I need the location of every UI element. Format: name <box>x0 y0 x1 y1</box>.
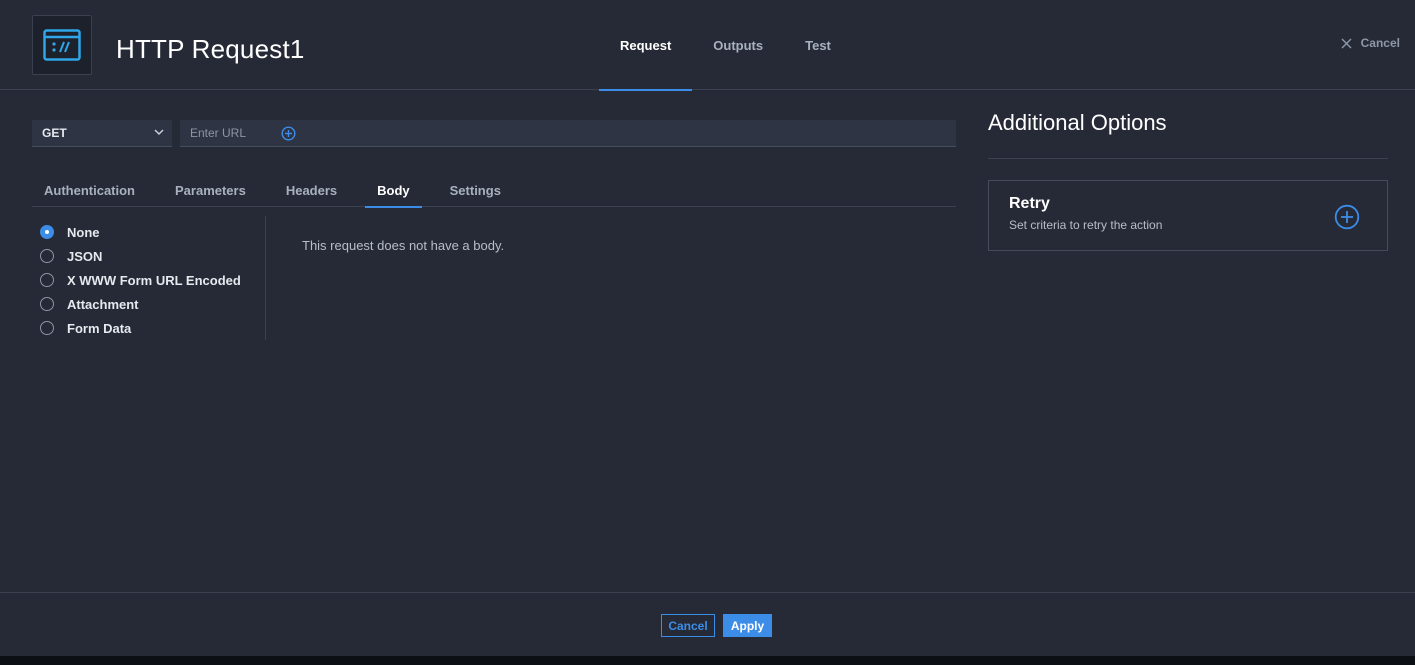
radio-button[interactable] <box>40 225 54 239</box>
radio-button[interactable] <box>40 321 54 335</box>
radio-button[interactable] <box>40 297 54 311</box>
tab-settings[interactable]: Settings <box>438 174 513 207</box>
radio-label: Form Data <box>67 320 132 336</box>
request-subtabs: Authentication Parameters Headers Body S… <box>32 174 956 208</box>
retry-option-card: Retry Set criteria to retry the action <box>988 180 1388 251</box>
body-option-attachment[interactable]: Attachment <box>40 292 241 316</box>
tab-parameters[interactable]: Parameters <box>163 174 258 207</box>
close-icon <box>1341 38 1352 48</box>
main-tabs: Request Outputs Test <box>599 0 852 91</box>
http-request-dialog: HTTP Request1 Request Outputs Test Cance… <box>0 0 1415 656</box>
dialog-header: HTTP Request1 Request Outputs Test Cance… <box>0 0 1415 91</box>
radio-label: JSON <box>67 248 103 264</box>
background-canvas <box>0 656 1415 665</box>
radio-label: None <box>67 224 100 240</box>
cancel-button[interactable]: Cancel <box>661 614 715 637</box>
retry-title: Retry <box>1009 195 1050 212</box>
dialog-title: HTTP Request1 <box>116 34 305 64</box>
dialog-footer: Cancel Apply <box>0 592 1415 656</box>
tab-headers[interactable]: Headers <box>274 174 349 207</box>
retry-description: Set criteria to retry the action <box>1009 218 1163 232</box>
divider <box>265 216 266 340</box>
body-type-radio-group: None JSON X WWW Form URL Encoded Attachm… <box>40 220 241 340</box>
method-select[interactable]: GET <box>32 120 172 147</box>
method-value: GET <box>42 126 67 140</box>
close-dialog-button[interactable]: Cancel <box>1341 36 1400 50</box>
chevron-down-icon <box>154 129 164 136</box>
tab-test[interactable]: Test <box>784 0 852 90</box>
body-option-none[interactable]: None <box>40 220 241 244</box>
add-retry-icon[interactable] <box>1334 204 1360 230</box>
close-dialog-label: Cancel <box>1360 36 1400 50</box>
add-dynamic-content-icon[interactable] <box>281 126 296 141</box>
apply-button[interactable]: Apply <box>723 614 772 637</box>
radio-label: Attachment <box>67 296 139 312</box>
divider <box>988 158 1388 159</box>
body-option-form-url-encoded[interactable]: X WWW Form URL Encoded <box>40 268 241 292</box>
body-empty-message: This request does not have a body. <box>302 238 505 253</box>
tab-outputs[interactable]: Outputs <box>692 0 784 90</box>
body-option-json[interactable]: JSON <box>40 244 241 268</box>
tab-body[interactable]: Body <box>365 174 422 208</box>
tab-request[interactable]: Request <box>599 0 693 91</box>
body-option-form-data[interactable]: Form Data <box>40 316 241 340</box>
http-request-icon <box>32 15 92 75</box>
additional-options-title: Additional Options <box>988 110 1167 135</box>
tab-authentication[interactable]: Authentication <box>32 174 147 207</box>
url-field-container <box>180 120 956 147</box>
radio-button[interactable] <box>40 249 54 263</box>
url-input[interactable] <box>180 120 275 146</box>
radio-button[interactable] <box>40 273 54 287</box>
radio-label: X WWW Form URL Encoded <box>67 272 241 288</box>
